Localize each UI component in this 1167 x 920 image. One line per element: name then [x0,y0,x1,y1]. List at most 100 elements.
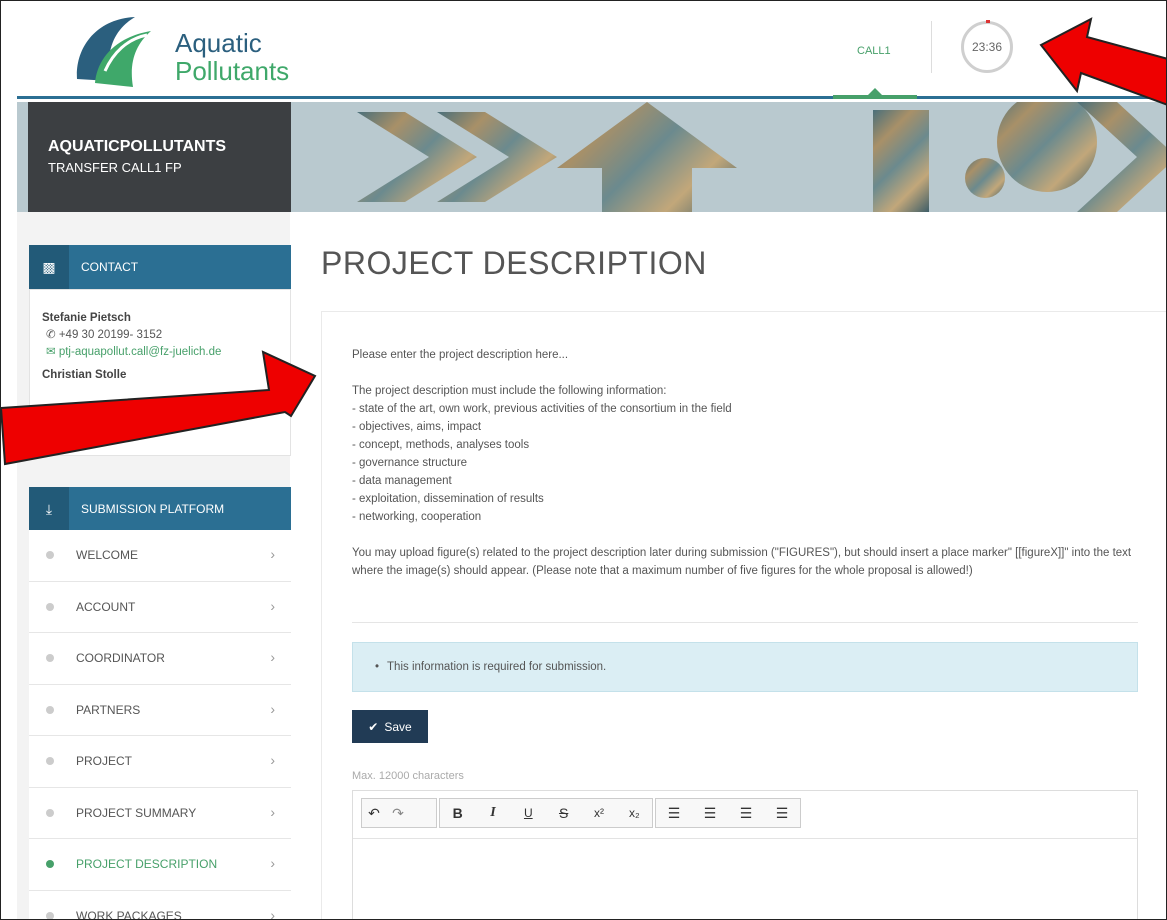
save-button[interactable]: ✔ Save [352,710,428,743]
menu-item-coordinator[interactable]: COORDINATOR › [29,633,291,685]
contact-name-1: Stefanie Pietsch [42,312,131,324]
status-dot [46,860,54,869]
italic-icon[interactable]: I [481,805,505,821]
chevron-right-icon: › [270,546,275,562]
bold-icon[interactable]: B [446,805,470,821]
hero-banner: AQUATICPOLLUTANTS TRANSFER CALL1 FP [17,102,1166,212]
menu-label: ACCOUNT [76,599,136,614]
logo-line1: Aquatic [175,28,262,58]
banner-circle-large [997,102,1097,192]
divider [352,622,1138,623]
align-right-icon[interactable]: ☰ [734,805,758,822]
menu-item-welcome[interactable]: WELCOME › [29,530,291,582]
chevron-right-icon: › [270,752,275,768]
menu-label: WELCOME [76,548,139,563]
bullet-icon: • [375,661,380,673]
banner-subtitle: TRANSFER CALL1 FP [48,160,182,175]
align-justify-icon[interactable]: ☰ [770,805,794,822]
chevron-right-icon: › [270,803,275,820]
strikethrough-icon[interactable]: S [552,805,576,821]
site-header: Aquatic Pollutants CALL1 23:36 [17,1,1166,99]
nav-call1-link[interactable]: CALL1 [857,45,891,57]
menu-label: COORDINATOR [76,651,165,666]
align-group: ☰ ☰ ☰ ☰ [655,798,801,828]
subscript-icon[interactable]: x₂ [622,806,646,820]
submission-menu: WELCOME › ACCOUNT › COORDINATOR › PARTNERS ›… [29,530,291,920]
required-info-text: This information is required for submiss… [387,661,607,673]
figures-note: You may upload figure(s) related to the … [352,547,1132,577]
contact-email-value-2[interactable]: ptj-aquapollut.call@fz-juelich.de [59,404,222,416]
status-dot [46,654,54,663]
timer-value: 23:36 [971,40,1003,54]
bullet-item: - data management [352,475,452,487]
chevron-right-icon: › [270,855,275,871]
bullet-item: - networking, cooperation [352,511,482,523]
rich-text-editor[interactable]: ↶ ↷ B I U S x² x₂ ☰ ☰ ☰ ☰ [352,790,1138,919]
status-dot [46,705,54,714]
mail-icon: ✉ [46,404,56,416]
menu-item-project-description[interactable]: PROJECT DESCRIPTION › [29,839,291,891]
contact-name-2: Christian Stolle [42,369,127,381]
bullet-item: - exploitation, dissemination of results [352,493,544,505]
content-card: Please enter the project description her… [321,311,1166,919]
required-info-alert: • This information is required for submi… [352,642,1138,692]
session-timer: 23:36 [961,20,1013,73]
description-text: Please enter the project description her… [352,346,1142,580]
submission-panel-header: ⤓ SUBMISSION PLATFORM [29,487,291,531]
logo-wave-icon [76,17,151,87]
align-center-icon[interactable]: ☰ [698,805,722,822]
menu-item-partners[interactable]: PARTNERS › [29,684,291,736]
status-dot [46,602,54,611]
menu-label: WORK PACKAGES [76,908,182,920]
banner-bar [873,110,929,212]
contact-phone-value-1: +49 30 20199- 3152 [58,329,163,341]
status-dot [46,551,54,560]
chevron-right-icon: › [270,649,275,665]
chat-icon: ▩ [29,245,69,289]
intro-text: Please enter the project description her… [352,349,569,361]
mail-icon: ✉ [46,346,56,358]
page-title: PROJECT DESCRIPTION [321,245,707,281]
menu-label: PROJECT DESCRIPTION [76,857,218,872]
bullet-item: - concept, methods, analyses tools [352,439,530,451]
redo-icon[interactable]: ↷ [386,805,410,822]
banner-title: AQUATICPOLLUTANTS [48,138,227,155]
aquatic-pollutants-logo[interactable]: Aquatic Pollutants [65,9,289,89]
bullet-item: - governance structure [352,457,468,469]
menu-label: PARTNERS [76,702,141,717]
superscript-icon[interactable]: x² [587,806,611,820]
contact-email-2[interactable]: ✉ ptj-aquapollut.call@fz-juelich.de [42,402,278,419]
contact-email-value-1[interactable]: ptj-aquapollut.call@fz-juelich.de [59,346,222,358]
editor-toolbar: ↶ ↷ B I U S x² x₂ ☰ ☰ ☰ ☰ [353,791,1137,839]
undo-icon[interactable]: ↶ [362,805,386,822]
contact-panel-body: Stefanie Pietsch ✆ +49 30 20199- 3152 ✉ … [29,289,291,456]
menu-item-account[interactable]: ACCOUNT › [29,581,291,633]
banner-arrow-up [557,102,737,212]
must-include-text: The project description must include the… [352,385,667,397]
format-group: B I U S x² x₂ [439,798,653,828]
chevron-right-icon: › [270,906,275,920]
max-characters-hint: Max. 12000 characters [352,770,464,782]
align-left-icon[interactable]: ☰ [662,805,686,822]
contact-heading: CONTACT [81,260,139,274]
chevron-right-icon: › [270,700,275,717]
download-icon: ⤓ [29,487,69,531]
phone-icon: ✆ [46,329,56,341]
app-frame: Aquatic Pollutants CALL1 23:36 AQUATICPO… [0,0,1167,920]
banner-circle-small [965,158,1005,198]
menu-item-work-packages[interactable]: WORK PACKAGES › [29,890,291,920]
contact-phone-1: ✆ +49 30 20199- 3152 [42,327,278,344]
menu-item-project-summary[interactable]: PROJECT SUMMARY › [29,787,291,839]
menu-label: PROJECT [76,754,133,769]
nav-separator [931,21,932,73]
logo-text: Aquatic Pollutants [175,29,289,85]
banner-title-box: AQUATICPOLLUTANTS TRANSFER CALL1 FP [28,102,291,212]
status-dot [46,911,54,919]
contact-email-1[interactable]: ✉ ptj-aquapollut.call@fz-juelich.de [42,344,278,361]
contact-panel-header: ▩ CONTACT [29,245,291,289]
nav-active-indicator [833,95,917,99]
underline-icon[interactable]: U [516,806,540,820]
menu-item-project[interactable]: PROJECT › [29,736,291,788]
bullet-item: - objectives, aims, impact [352,421,482,433]
bullet-item: - state of the art, own work, previous a… [352,403,732,415]
